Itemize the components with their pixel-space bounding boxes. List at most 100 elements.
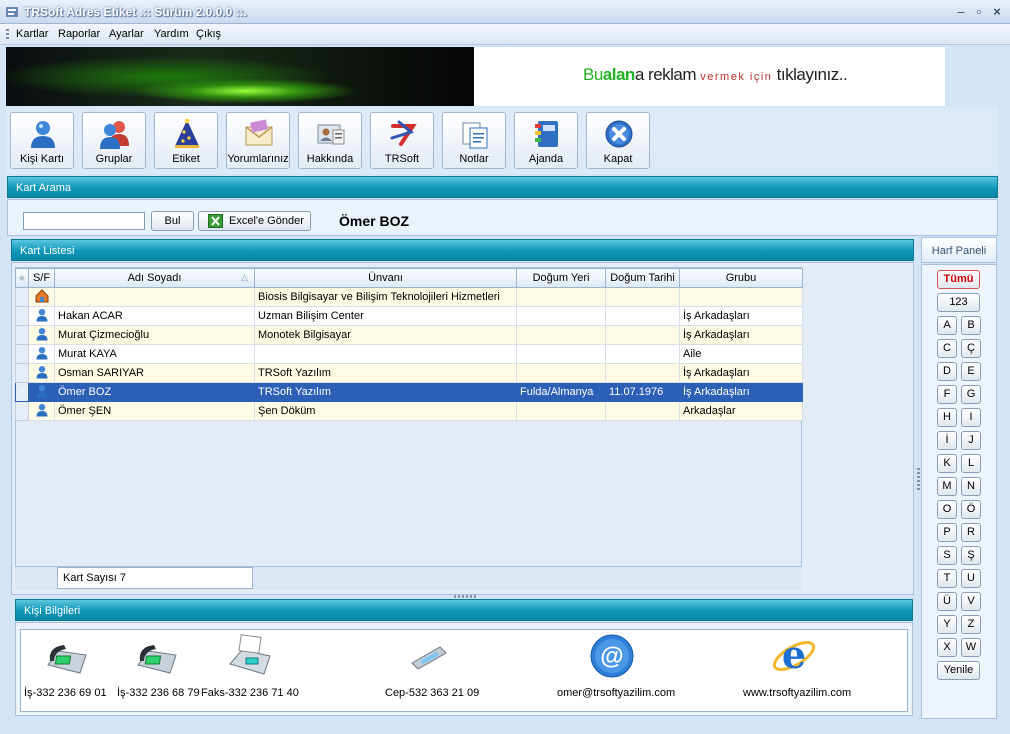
table-row[interactable]: Hakan ACAR Uzman Bilişim Center İş Arkadaş…	[15, 306, 803, 326]
letter-filter-number-button[interactable]: 123	[937, 293, 980, 312]
etiket-button[interactable]: Etiket	[154, 112, 218, 169]
letter-filter-button[interactable]: Ç	[961, 339, 981, 358]
toolbar-label: Hakkında	[306, 153, 354, 165]
table-row[interactable]: Ömer ŞEN Şen Döküm Arkadaşlar	[15, 401, 803, 421]
card-grid: ✳ S/F Adı Soyadı △ Ünvanı Doğum Yeri Doğu…	[15, 268, 803, 421]
cell-birthplace: Fulda/Almanya	[516, 382, 606, 402]
letter-filter-button[interactable]: T	[937, 569, 957, 588]
menu-yardim[interactable]: Yardım	[154, 28, 189, 40]
letter-filter-button[interactable]: Z	[961, 615, 981, 634]
cell-birthplace	[516, 401, 606, 421]
letter-filter-button[interactable]: M	[937, 477, 957, 496]
letter-filter-button[interactable]: O	[937, 500, 957, 519]
table-row[interactable]: Murat Çizmecioğlu Monotek Bilgisayar İş Ar…	[15, 325, 803, 345]
letter-filter-button[interactable]: P	[937, 523, 957, 542]
letter-filter-button[interactable]: K	[937, 454, 957, 473]
menu-ayarlar[interactable]: Ayarlar	[109, 28, 144, 40]
ad-text-part: alan	[602, 65, 636, 84]
letter-filter-button[interactable]: İ	[937, 431, 957, 450]
letter-filter-button[interactable]: X	[937, 638, 957, 657]
col-dogum-yeri[interactable]: Doğum Yeri	[516, 268, 606, 288]
row-indicator[interactable]	[15, 306, 29, 326]
menu-cikis[interactable]: Çıkış	[196, 28, 221, 40]
row-indicator[interactable]	[15, 401, 29, 421]
button-label: 123	[949, 296, 968, 308]
ad-banner[interactable]: Bualana reklam vermek için tıklayınız..	[6, 47, 945, 106]
letter-filter-button[interactable]: U	[961, 569, 981, 588]
letter-filter-button[interactable]: D	[937, 362, 957, 381]
hakkinda-button[interactable]: Hakkında	[298, 112, 362, 169]
col-sf[interactable]: S/F	[28, 268, 55, 288]
vertical-splitter[interactable]	[917, 468, 920, 490]
close-window-button[interactable]: ×	[989, 4, 1005, 20]
fax-number[interactable]: Faks-332 236 71 40	[201, 687, 299, 699]
row-type-cell	[28, 287, 55, 307]
trsoft-button[interactable]: TRSoft	[370, 112, 434, 169]
col-unvani[interactable]: Ünvanı	[254, 268, 517, 288]
window-title: TRSoft Adres Etiket .:: Sürüm 2.0.0.0 ::…	[24, 5, 247, 19]
table-row[interactable]: › Ömer BOZ TRSoft Yazılım Fulda/Almanya 11.0…	[15, 382, 803, 402]
ajanda-button[interactable]: Ajanda	[514, 112, 578, 169]
letter-filter-button[interactable]: Y	[937, 615, 957, 634]
horizontal-splitter[interactable]	[454, 595, 476, 598]
menu-grip	[6, 29, 9, 41]
menu-kartlar[interactable]: Kartlar	[16, 28, 48, 40]
phone-number-2[interactable]: İş-332 236 68 79	[117, 687, 200, 699]
kapat-button[interactable]: Kapat	[586, 112, 650, 169]
row-indicator[interactable]	[15, 287, 29, 307]
gruplar-button[interactable]: Gruplar	[82, 112, 146, 169]
col-adi-soyadi[interactable]: Adı Soyadı △	[54, 268, 255, 288]
letter-filter-button[interactable]: I	[961, 408, 981, 427]
email-address[interactable]: omer@trsoftyazilim.com	[557, 687, 675, 699]
letter-filter-button[interactable]: W	[961, 638, 981, 657]
cell-title	[254, 344, 517, 364]
letter-filter-button[interactable]: S	[937, 546, 957, 565]
row-type-cell	[28, 344, 55, 364]
letter-filter-button[interactable]: Ş	[961, 546, 981, 565]
menu-raporlar[interactable]: Raporlar	[58, 28, 100, 40]
cell-birthdate	[605, 344, 680, 364]
section-title: Kişi Bilgileri	[24, 605, 81, 617]
letter-filter-button[interactable]: L	[961, 454, 981, 473]
envelope-icon	[245, 119, 273, 146]
mobile-number[interactable]: Cep-532 363 21 09	[385, 687, 479, 699]
table-row[interactable]: Murat KAYA Aile	[15, 344, 803, 364]
letter-filter-button[interactable]: R	[961, 523, 981, 542]
refresh-button[interactable]: Yenile	[937, 661, 980, 680]
letter-filter-button[interactable]: J	[961, 431, 981, 450]
notlar-button[interactable]: Notlar	[442, 112, 506, 169]
letter-filter-all-button[interactable]: Tümü	[937, 270, 980, 289]
search-input[interactable]	[23, 212, 145, 230]
minimize-button[interactable]: –	[953, 4, 969, 20]
letter-filter-button[interactable]: N	[961, 477, 981, 496]
row-indicator[interactable]	[15, 363, 29, 383]
excel-export-button[interactable]: Excel'e Gönder	[198, 211, 311, 231]
row-indicator[interactable]	[15, 325, 29, 345]
row-indicator[interactable]	[15, 344, 29, 364]
col-dogum-tarihi[interactable]: Doğum Tarihi	[605, 268, 680, 288]
col-grubu[interactable]: Grubu	[679, 268, 803, 288]
kisi-karti-button[interactable]: Kişi Kartı	[10, 112, 74, 169]
row-indicator[interactable]: ›	[15, 382, 29, 402]
maximize-button[interactable]: ▫	[971, 4, 987, 20]
table-row[interactable]: Osman SARIYAR TRSoft Yazılım İş Arkadaşlar…	[15, 363, 803, 383]
letter-filter-button[interactable]: H	[937, 408, 957, 427]
menu-bar: Kartlar Raporlar Ayarlar Yardım Çıkış	[0, 24, 1010, 45]
table-row[interactable]: Biosis Bilgisayar ve Bilişim Teknolojile…	[15, 287, 803, 307]
phone-number-1[interactable]: İş-332 236 69 01	[24, 687, 107, 699]
website-url[interactable]: www.trsoftyazilim.com	[743, 687, 851, 699]
letter-filter-button[interactable]: A	[937, 316, 957, 335]
letter-filter-button[interactable]: E	[961, 362, 981, 381]
cell-group	[679, 287, 803, 307]
letter-filter-button[interactable]: C	[937, 339, 957, 358]
company-icon	[35, 288, 48, 302]
letter-filter-button[interactable]: G	[961, 385, 981, 404]
bul-button[interactable]: Bul	[151, 211, 194, 231]
letter-filter-button[interactable]: B	[961, 316, 981, 335]
letter-filter-button[interactable]: Ü	[937, 592, 957, 611]
letter-filter-button[interactable]: V	[961, 592, 981, 611]
yorumlariniz-button[interactable]: Yorumlarınız	[226, 112, 290, 169]
letter-filter-button[interactable]: Ö	[961, 500, 981, 519]
ad-text[interactable]: Bualana reklam vermek için tıklayınız..	[583, 65, 848, 85]
letter-filter-button[interactable]: F	[937, 385, 957, 404]
